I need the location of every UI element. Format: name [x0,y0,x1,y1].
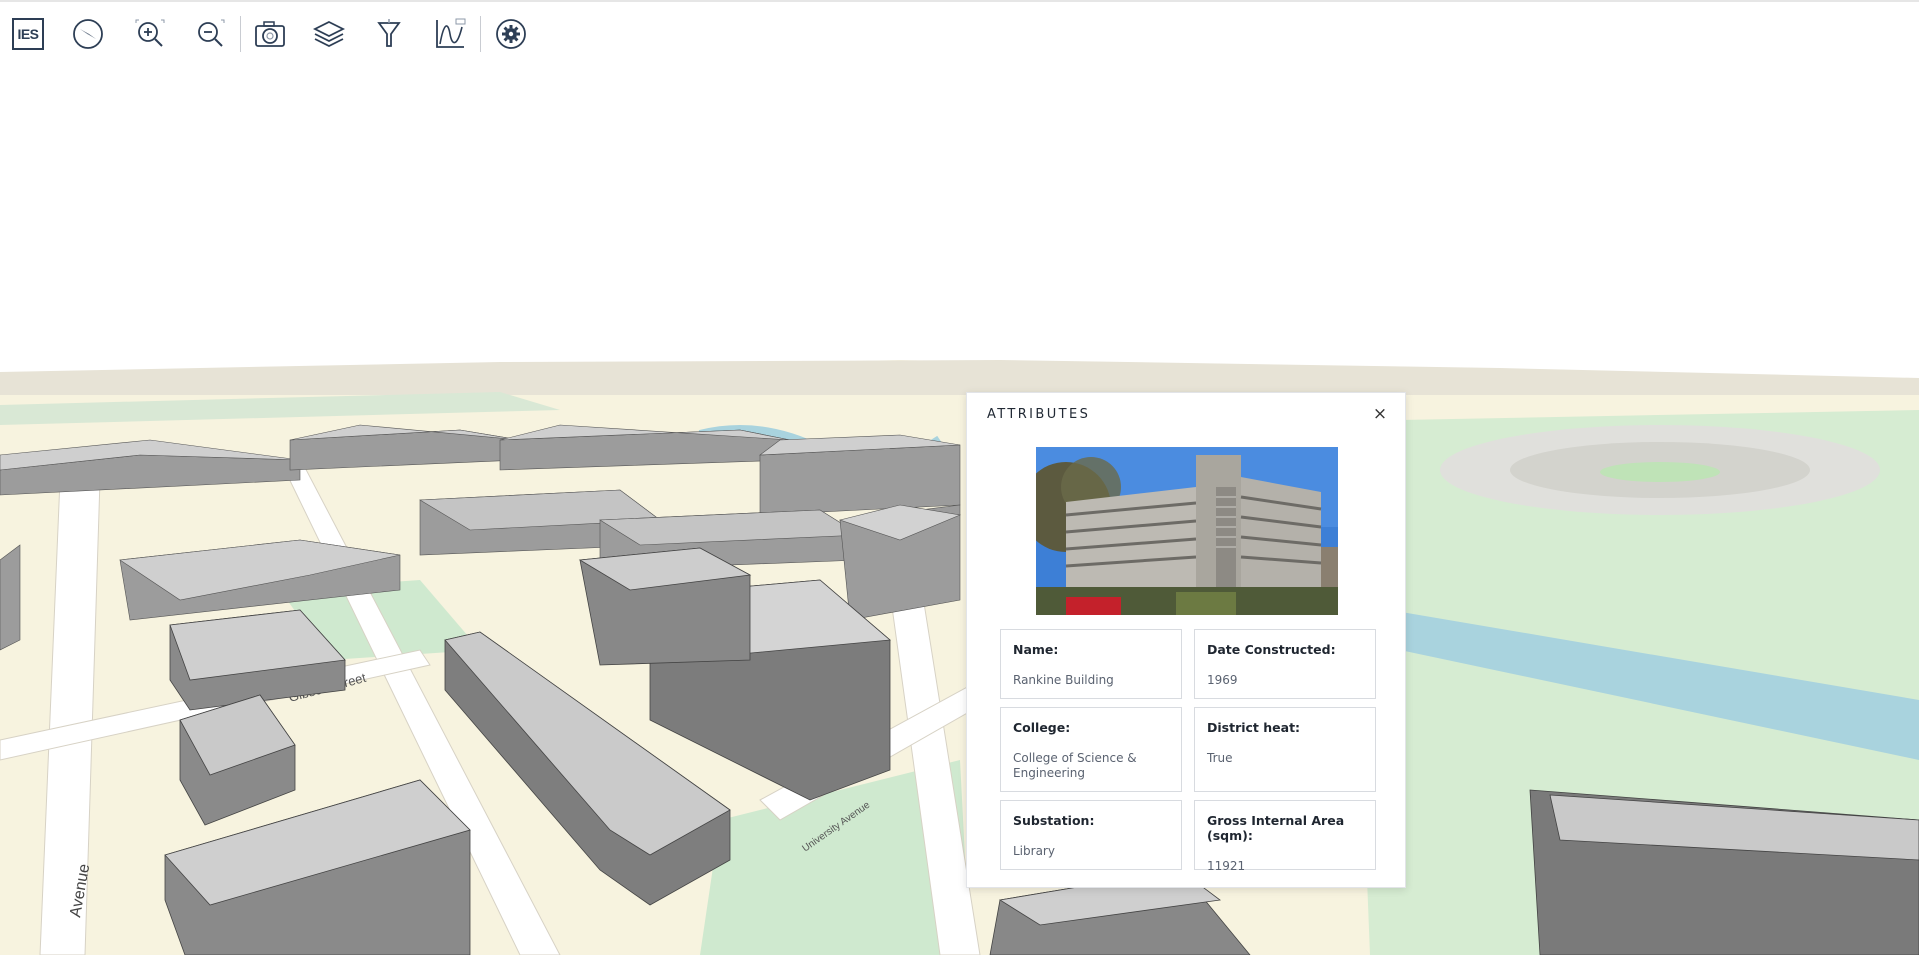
attribute-label: Substation: [1013,813,1095,828]
attribute-date-constructed: Date Constructed: 1969 [1194,629,1376,699]
attribute-value: Rankine Building [1013,673,1114,687]
compass-button[interactable] [68,14,108,54]
attribute-label: Gross Internal Area (sqm): [1207,813,1345,843]
attribute-label: Date Constructed: [1207,642,1336,657]
zoom-in-button[interactable] [130,14,170,54]
attribute-value: True [1207,751,1233,765]
attribute-college: College: College of Science & Engineerin… [1000,707,1182,792]
ies-logo-button[interactable]: IES [8,14,48,54]
chart-icon [436,18,466,48]
filter-icon [377,19,401,47]
ies-logo: IES [12,18,44,50]
close-button[interactable]: × [1369,403,1391,425]
attribute-value: 11921 [1207,859,1246,873]
attributes-panel: ATTRIBUTES × Name: Rankine Building Date… [966,392,1406,888]
attribute-label: District heat: [1207,720,1301,735]
chart-button[interactable] [430,14,470,54]
attribute-value: Library [1013,844,1055,858]
attribute-district-heat: District heat: True [1194,707,1376,792]
compass-icon [73,19,103,49]
filter-button[interactable] [369,14,409,54]
map-toolbar: IES [0,0,1919,62]
attribute-substation: Substation: Library [1000,800,1182,870]
zoom-out-button[interactable] [190,14,230,54]
attribute-name: Name: Rankine Building [1000,629,1182,699]
settings-icon [496,19,526,49]
camera-icon [255,21,285,47]
toolbar-divider [480,16,481,52]
ies-logo-text: IES [17,26,39,42]
screenshot-button[interactable] [250,14,290,54]
attribute-label: Name: [1013,642,1059,657]
zoom-in-icon [135,19,165,47]
zoom-out-icon [198,19,225,47]
attribute-value: 1969 [1207,673,1238,687]
layers-button[interactable] [309,14,349,54]
map-3d-view[interactable]: Gibson Street University Avenue Avenue [0,0,1919,955]
attribute-gross-internal-area: Gross Internal Area (sqm): 11921 [1194,800,1376,873]
building-photo [1036,447,1338,615]
attribute-label: College: [1013,720,1071,735]
panel-title: ATTRIBUTES [987,407,1091,422]
settings-button[interactable] [491,14,531,54]
close-icon: × [1372,404,1388,424]
layers-icon [312,20,346,48]
attribute-value: College of Science & Engineering [1013,751,1137,780]
toolbar-divider [240,16,241,52]
